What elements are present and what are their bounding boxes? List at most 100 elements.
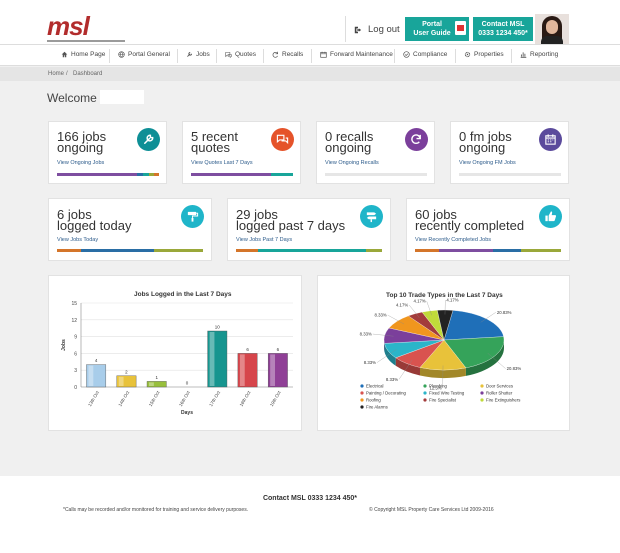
x-tick-label: 16th Oct [178, 389, 191, 407]
portal-label-1: Portal [422, 21, 442, 28]
nav-divider [263, 49, 264, 63]
nav-label: Home Page [71, 51, 106, 58]
legend-marker [480, 384, 484, 388]
legend-marker [360, 391, 364, 395]
nav-quotes[interactable]: Quotes [225, 51, 256, 58]
portal-user-guide-button[interactable]: Portal User Guide [405, 17, 469, 41]
nav-properties[interactable]: Properties [464, 51, 504, 58]
view-ongoing-jobs-link[interactable]: View Ongoing Jobs [57, 160, 104, 166]
breadcrumb-home[interactable]: Home [48, 71, 64, 77]
nav-label: Portal General [128, 51, 170, 58]
bar-highlight [209, 332, 215, 386]
nav-divider [394, 49, 395, 63]
view-ongoing-fm-jobs-link[interactable]: View Ongoing FM Jobs [459, 160, 516, 166]
legend-label: Fire Specialist [429, 398, 457, 403]
bar-highlight [149, 382, 154, 386]
view-jobs-today-link[interactable]: View Jobs Today [57, 237, 98, 243]
refresh-icon [405, 128, 428, 151]
card-title-2: quotes [191, 140, 231, 155]
footer-copyright: © Copyright MSL Property Care Services L… [369, 507, 494, 513]
legend-marker [360, 405, 364, 409]
x-tick-label: 18th Oct [239, 389, 252, 407]
view-ongoing-recalls-link[interactable]: View Ongoing Recalls [325, 160, 379, 166]
paint-roller-icon [181, 205, 204, 228]
trade-types-pie-chart: 20.83%20.83%12.5%8.33%8.33%8.33%8.33%4.1… [360, 298, 522, 410]
card-progress-bar [325, 173, 427, 176]
card-title-2: ongoing [57, 140, 104, 155]
breadcrumb-separator: / [66, 71, 68, 77]
nav-label: Recalls [282, 51, 304, 58]
calendar-icon [320, 51, 327, 58]
breadcrumb: Home / Dashboard [0, 67, 620, 81]
legend-label: Roller Shutter [486, 391, 513, 396]
card-recent-quotes: 5 recent quotes View Quotes Last 7 Days [182, 121, 301, 184]
y-axis-label: Jobs [61, 339, 67, 351]
bar-highlight [239, 354, 245, 386]
data-label: 10 [215, 325, 221, 330]
legend-marker [480, 398, 484, 402]
pie-slice-label: 20.83% [507, 366, 522, 371]
header-divider [345, 16, 346, 42]
view-recently-completed-link[interactable]: View Recently Completed Jobs [415, 237, 491, 243]
card-ongoing-recalls: 0 recalls ongoing View Ongoing Recalls [316, 121, 435, 184]
nav-label: Properties [474, 51, 504, 58]
x-tick-label: 13th Oct [87, 389, 100, 407]
nav-divider [177, 49, 178, 63]
nav-label: Quotes [235, 51, 256, 58]
nav-label: Compliance [413, 51, 448, 58]
view-jobs-past-7-days-link[interactable]: View Jobs Past 7 Days [236, 237, 292, 243]
legend-marker [360, 384, 364, 388]
nav-divider [109, 49, 110, 63]
x-tick-label: 17th Oct [208, 389, 221, 407]
legend-marker [480, 391, 484, 395]
nav-reporting[interactable]: Reporting [520, 51, 558, 58]
nav-divider [311, 49, 312, 63]
card-progress-bar [57, 249, 203, 252]
y-tick-label: 6 [74, 351, 77, 357]
legend-label: Plumbing [429, 384, 448, 389]
nav-home-page[interactable]: Home Page [61, 51, 105, 58]
nav-recalls[interactable]: Recalls [272, 51, 303, 58]
view-quotes-link[interactable]: View Quotes Last 7 Days [191, 160, 253, 166]
card-title-2: logged past 7 days [236, 218, 346, 233]
portal-label-2: User Guide [413, 30, 451, 37]
contact-label-1: Contact MSL [481, 21, 525, 28]
nav-compliance[interactable]: Compliance [403, 51, 447, 58]
pie-slice-label: 4.17% [446, 298, 458, 303]
nav-jobs[interactable]: Jobs [186, 51, 210, 58]
msl-logo[interactable]: msl [47, 13, 129, 42]
nav-forward-maintenance[interactable]: Forward Maintenance [320, 51, 393, 58]
nav-portal-general[interactable]: Portal General [118, 51, 170, 58]
legend-label: Fixed Wire Testing [429, 391, 465, 396]
logout-button[interactable]: Log out [354, 24, 400, 35]
wrench-icon [137, 128, 160, 151]
footer-note: *Calls may be recorded and/or monitored … [63, 507, 249, 513]
data-label: 6 [246, 347, 249, 352]
check-icon [403, 51, 410, 58]
footer-contact: Contact MSL 0333 1234 450* [262, 495, 358, 502]
footer: Contact MSL 0333 1234 450* *Calls may be… [0, 476, 620, 553]
legend-label: Fire Alarms [366, 405, 388, 410]
trade-types-chart-panel: Top 10 Trade Types in the Last 7 Days 20… [317, 275, 570, 431]
pie-slice-label: 8.33% [386, 377, 398, 382]
pie-slice-label: 4.17% [396, 302, 408, 307]
logout-label: Log out [368, 24, 400, 35]
y-tick-label: 12 [71, 318, 77, 324]
card-ongoing-fm-jobs: 0 fm jobs ongoing View Ongoing FM Jobs [450, 121, 569, 184]
card-progress-bar [459, 173, 561, 176]
data-label: 1 [155, 375, 158, 380]
nav-label: Reporting [530, 51, 559, 58]
signpost-icon [360, 205, 383, 228]
nav-divider [455, 49, 456, 63]
refresh-icon [272, 51, 278, 58]
x-tick-label: 15th Oct [148, 389, 161, 407]
y-tick-label: 15 [71, 301, 77, 307]
chart-icon [520, 52, 527, 58]
legend-label: Electrical [366, 384, 383, 389]
legend-label: Fire Extinguishers [486, 398, 520, 403]
bar-highlight [270, 354, 276, 386]
pie-slice [443, 310, 504, 341]
contact-msl-button[interactable]: Contact MSL 0333 1234 450* [473, 17, 533, 41]
legend-label: Painting / Decorating [366, 391, 406, 396]
home-icon [61, 51, 68, 58]
